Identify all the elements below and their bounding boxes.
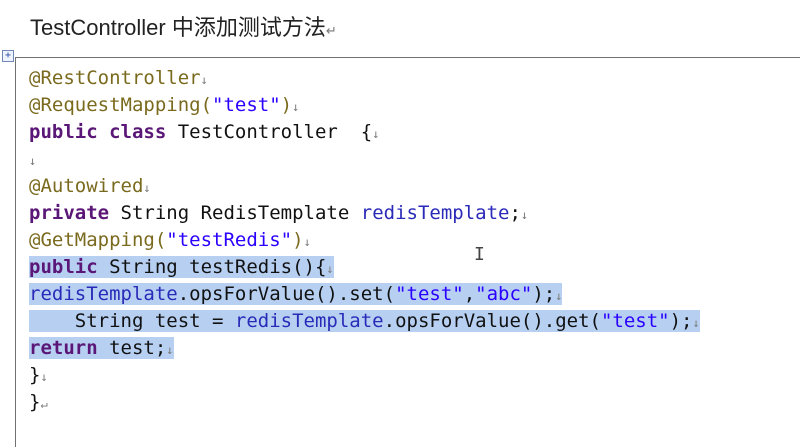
code-text: @RestController↓ (29, 67, 208, 89)
code-token: redisTemplate (234, 310, 384, 332)
code-block[interactable]: @RestController↓ @RequestMapping("test")↓… (29, 66, 700, 417)
code-line: public String testRedis(){↓ (29, 255, 700, 282)
code-line: @RestController↓ (29, 66, 700, 93)
code-token: } (29, 391, 41, 413)
selected-code-text: return test;↓ (29, 337, 174, 359)
code-token: test; (97, 337, 167, 359)
code-line: @RequestMapping("test")↓ (29, 93, 700, 120)
code-token: public (29, 256, 98, 278)
code-token: ; (509, 202, 521, 224)
code-text: @Autowired↓ (29, 175, 151, 197)
code-token: return (29, 337, 98, 359)
line-break-mark-icon: ↓ (292, 100, 300, 114)
code-token: "test" (600, 310, 670, 332)
code-text: }↓ (29, 364, 48, 386)
line-break-mark-icon: ↓ (692, 316, 700, 330)
code-text: ↓ (29, 148, 36, 170)
code-text: public class TestController {↓ (29, 121, 379, 143)
line-break-mark-icon: ↓ (520, 208, 529, 222)
code-token: ) (292, 229, 304, 251)
code-token: } (29, 364, 41, 386)
code-line: String test = redisTemplate.opsForValue(… (29, 309, 700, 336)
selected-code-text: redisTemplate.opsForValue().set("test","… (29, 283, 563, 305)
expand-icon[interactable]: + (2, 50, 14, 62)
paragraph-mark-icon: ↵ (325, 23, 337, 38)
selected-code-text: String test = redisTemplate.opsForValue(… (29, 310, 700, 332)
line-break-mark-icon: ↓ (326, 262, 334, 276)
code-token: @GetMapping( (29, 229, 167, 251)
code-line: public class TestController {↓ (29, 120, 700, 147)
code-token: ); (669, 310, 693, 332)
code-token: ); (532, 283, 556, 305)
code-token: String test = (29, 310, 235, 332)
code-token: .opsForValue().set( (177, 283, 396, 305)
code-token: TestController { (166, 121, 373, 143)
code-token: String RedisTemplate (109, 202, 361, 224)
code-text: @RequestMapping("test")↓ (29, 94, 299, 116)
code-text: }↵ (29, 391, 48, 413)
line-break-mark-icon: ↓ (143, 181, 151, 195)
selected-code-text: public String testRedis(){↓ (29, 256, 334, 278)
code-token: redisTemplate (360, 202, 510, 224)
line-break-mark-icon: ↵ (40, 397, 48, 411)
code-token: @RequestMapping( (29, 94, 213, 116)
heading-title: TestController 中添加测试方法 (30, 15, 326, 40)
line-break-mark-icon: ↓ (29, 154, 37, 168)
code-token: String testRedis(){ (97, 256, 327, 278)
code-line: @GetMapping("testRedis")↓ (29, 228, 700, 255)
line-break-mark-icon: ↓ (166, 343, 174, 357)
code-line: private String RedisTemplate redisTempla… (29, 201, 700, 228)
line-break-mark-icon: ↓ (40, 370, 48, 384)
code-token: redisTemplate (29, 283, 178, 305)
code-token: , (463, 283, 476, 305)
line-break-mark-icon: ↓ (555, 289, 563, 303)
code-token: "test" (395, 283, 464, 305)
text-cursor-icon: I (474, 244, 485, 265)
code-line: return test;↓ (29, 336, 700, 363)
code-token: "test" (212, 94, 281, 116)
code-line: }↓ (29, 363, 700, 390)
code-text: private String RedisTemplate redisTempla… (29, 202, 528, 224)
code-text: @GetMapping("testRedis")↓ (29, 229, 311, 251)
line-break-mark-icon: ↓ (200, 73, 208, 87)
line-break-mark-icon: ↓ (372, 127, 380, 141)
code-line: }↵ (29, 390, 700, 417)
code-token: ) (280, 94, 293, 116)
document-heading: TestController 中添加测试方法↵ (30, 10, 337, 42)
code-line: @Autowired↓ (29, 174, 700, 201)
code-token: "abc" (475, 283, 533, 305)
line-break-mark-icon: ↓ (303, 235, 311, 249)
code-token: public class (29, 121, 167, 143)
code-line: redisTemplate.opsForValue().set("test","… (29, 282, 700, 309)
code-token: "testRedis" (166, 229, 293, 251)
code-line: ↓ (29, 147, 700, 174)
code-token: @RestController (29, 67, 201, 89)
code-token: @Autowired (29, 175, 144, 197)
code-token: private (29, 202, 110, 224)
code-token: .opsForValue().get( (383, 310, 601, 332)
